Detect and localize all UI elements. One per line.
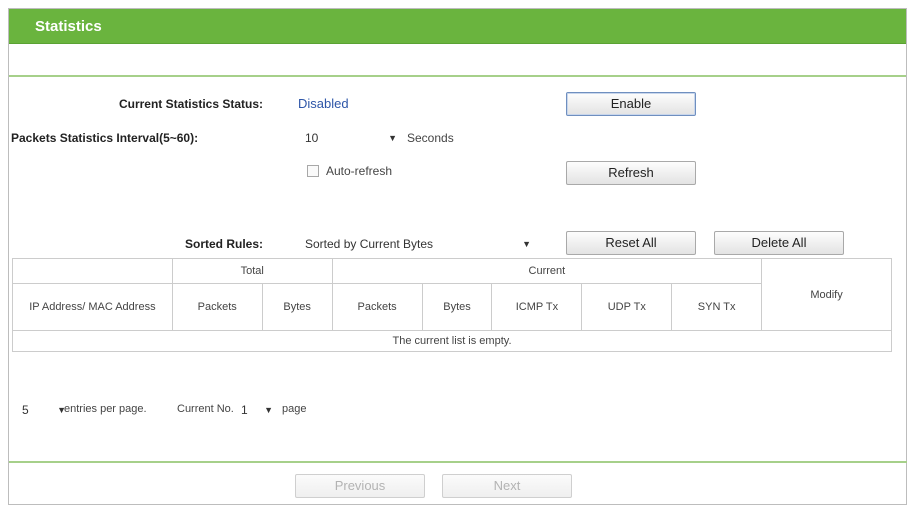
header-icmp-tx: ICMP Tx <box>491 283 583 331</box>
status-label: Current Statistics Status: <box>118 97 263 111</box>
reset-all-button[interactable]: Reset All <box>566 231 696 255</box>
statistics-table: Total Current Modify IP Address/ MAC Add… <box>12 258 892 352</box>
header-ip-mac: IP Address/ MAC Address <box>12 283 173 331</box>
chevron-down-icon: ▼ <box>388 133 397 143</box>
statistics-panel: Statistics Current Statistics Status: Di… <box>8 8 907 505</box>
chevron-down-icon: ▼ <box>264 405 273 415</box>
sort-label: Sorted Rules: <box>184 237 263 251</box>
header-syn-tx: SYN Tx <box>671 283 763 331</box>
interval-unit: Seconds <box>407 131 454 145</box>
auto-refresh-checkbox[interactable] <box>307 165 319 177</box>
header-total-bytes: Bytes <box>261 283 333 331</box>
next-button[interactable]: Next <box>442 474 572 498</box>
header-current-packets: Packets <box>331 283 423 331</box>
sort-select[interactable]: Sorted by Current Bytes ▼ <box>305 234 533 254</box>
title-bar: Statistics <box>9 9 906 44</box>
entries-per-page-text: entries per page. <box>64 403 147 415</box>
entries-value: 5 <box>22 403 29 417</box>
chevron-down-icon: ▼ <box>522 239 531 249</box>
header-udp-tx: UDP Tx <box>581 283 673 331</box>
current-no-label: Current No. <box>177 403 234 415</box>
bottom-divider <box>9 461 907 463</box>
header-total-packets: Packets <box>171 283 263 331</box>
interval-value: 10 <box>305 131 319 145</box>
page-title: Statistics <box>35 18 102 35</box>
previous-button[interactable]: Previous <box>295 474 425 498</box>
enable-button[interactable]: Enable <box>566 92 696 116</box>
refresh-button[interactable]: Refresh <box>566 161 696 185</box>
page-select[interactable]: 1 ▼ <box>241 400 277 420</box>
header-current: Current <box>331 258 763 284</box>
empty-list-message: The current list is empty. <box>12 330 892 352</box>
interval-select[interactable]: 10 ▼ <box>305 128 401 148</box>
sort-value: Sorted by Current Bytes <box>305 237 434 251</box>
page-value: 1 <box>241 403 248 417</box>
header-total: Total <box>171 258 333 284</box>
page-text: page <box>282 403 307 415</box>
auto-refresh-label: Auto-refresh <box>326 164 393 178</box>
header-modify: Modify <box>761 258 892 331</box>
header-empty-cell <box>12 258 173 284</box>
delete-all-button[interactable]: Delete All <box>714 231 844 255</box>
top-divider <box>9 75 906 77</box>
status-value: Disabled <box>298 96 349 111</box>
interval-label: Packets Statistics Interval(5~60): <box>11 131 199 145</box>
header-current-bytes: Bytes <box>421 283 493 331</box>
